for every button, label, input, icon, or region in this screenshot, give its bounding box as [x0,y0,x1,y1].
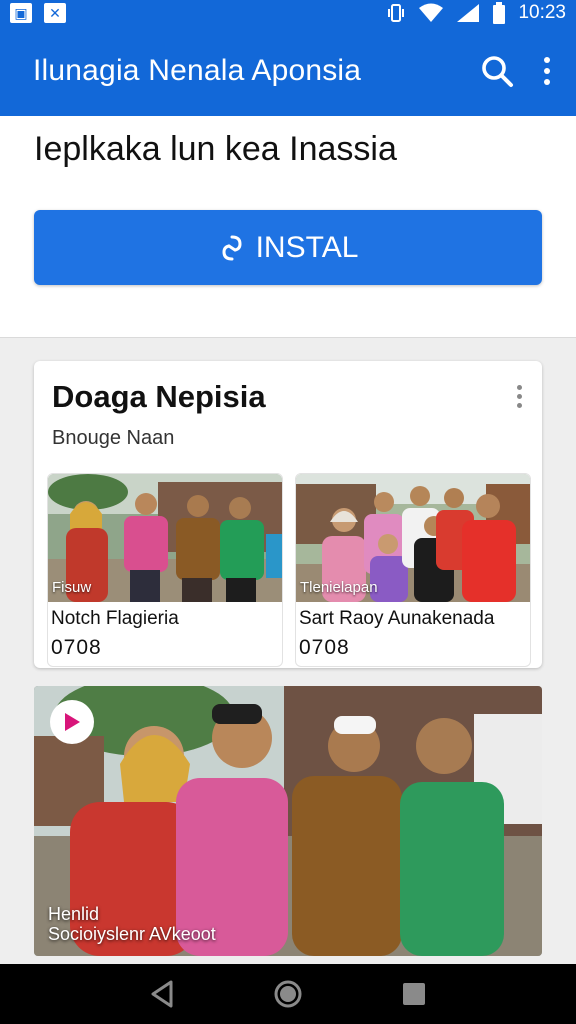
link-icon [222,235,242,260]
vibrate-icon [388,4,405,22]
video-caption-line2: Socioiyslenr AVkeoot [48,924,216,944]
video-caption-line1: Henlid [48,904,100,924]
tile-number: 0708 [51,636,102,659]
tile-thumbnail: Tlenielapan [296,474,530,602]
tile-caption: Fisuw [52,579,92,596]
picture-notification-icon: ▣ [10,3,32,23]
card-menu-icon[interactable] [517,385,522,408]
home-icon[interactable] [273,979,303,1009]
battery-icon [493,2,506,24]
wifi-icon [419,3,444,22]
status-time: 10:23 [518,2,566,23]
signal-icon [457,4,480,22]
system-nav-bar [0,964,576,1024]
card-title: Doaga Nepisia [52,379,266,414]
play-icon [65,713,80,731]
content-tile[interactable]: Tlenielapan Sart Raoy Aunakenada 0708 [295,473,531,667]
more-vert-icon[interactable] [544,57,550,85]
video-card[interactable]: Henlid Socioiyslenr AVkeoot [34,686,542,956]
tile-number: 0708 [299,636,350,659]
collection-card: Doaga Nepisia Bnouge Naan Fisuw Notch Fl… [34,361,542,668]
tile-thumbnail: Fisuw [48,474,282,602]
video-caption: Henlid Socioiyslenr AVkeoot [48,904,216,944]
back-icon[interactable] [149,979,175,1009]
card-subtitle: Bnouge Naan [52,427,175,449]
status-bar: ▣ ✕ 10:23 [0,0,576,26]
close-notification-icon: ✕ [44,3,66,23]
install-button[interactable]: INSTAL [34,210,542,285]
app-header-sheet: Ieplkaka lun kea Inassia INSTAL [0,116,576,338]
app-title: Ilunagia Nenala Aponsia [33,54,362,87]
search-icon[interactable] [480,54,514,88]
tile-caption: Tlenielapan [300,579,378,596]
app-header-title: Ieplkaka lun kea Inassia [34,130,397,168]
tile-name: Notch Flagieria [51,608,179,629]
tile-name: Sart Raoy Aunakenada [299,608,495,629]
play-button[interactable] [50,700,94,744]
install-button-label: INSTAL [255,230,359,264]
app-bar: Ilunagia Nenala Aponsia [0,26,576,116]
recents-icon[interactable] [401,981,427,1007]
content-tile[interactable]: Fisuw Notch Flagieria 0708 [47,473,283,667]
